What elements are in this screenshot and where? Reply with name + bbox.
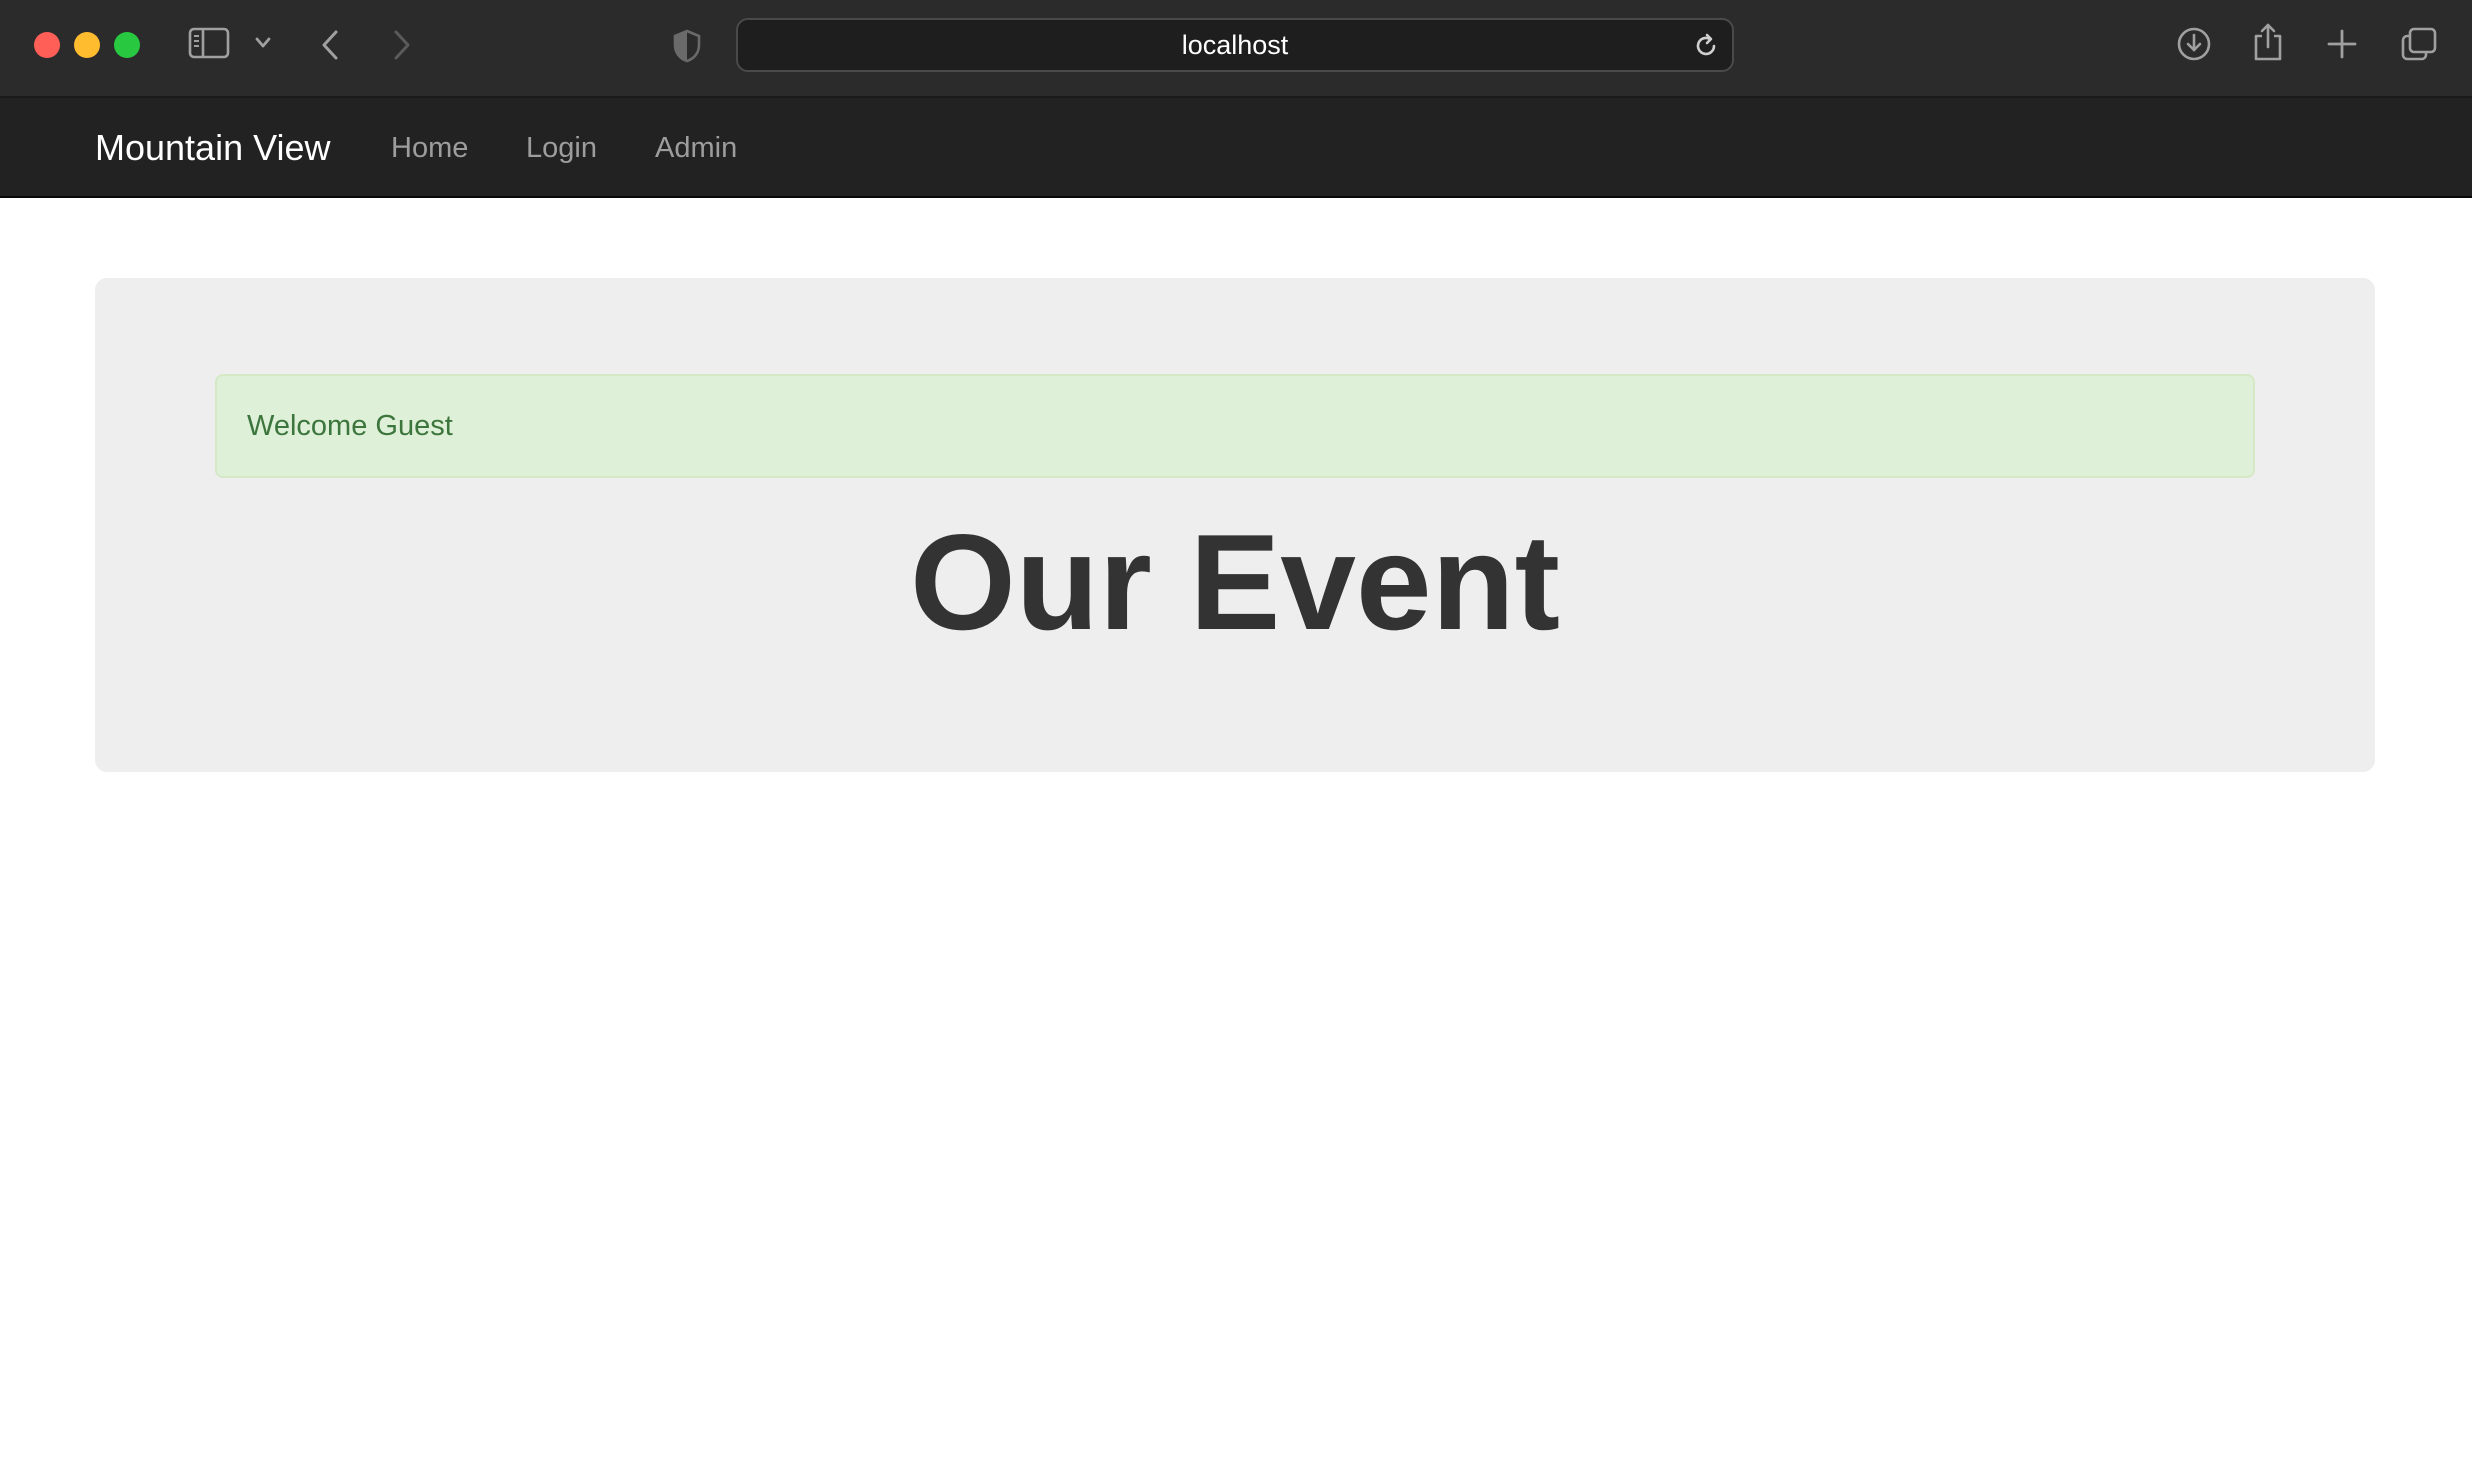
reload-icon[interactable]: [1692, 32, 1720, 65]
nav-link-home[interactable]: Home: [391, 98, 468, 198]
browser-toolbar: localhost: [0, 0, 2472, 98]
plus-icon[interactable]: [2326, 28, 2358, 60]
page-title: Our Event: [910, 506, 1560, 658]
welcome-alert: Welcome Guest: [215, 374, 2255, 478]
address-text: localhost: [1181, 29, 1289, 60]
download-icon[interactable]: [2176, 26, 2212, 62]
address-bar[interactable]: localhost: [736, 18, 1734, 72]
maximize-window-button[interactable]: [114, 32, 140, 58]
nav-link-admin[interactable]: Admin: [655, 98, 737, 198]
site-navbar: Mountain View Home Login Admin: [0, 98, 2472, 198]
sidebar-icon[interactable]: [188, 26, 230, 60]
share-icon[interactable]: [2252, 22, 2284, 62]
jumbotron: Welcome Guest Our Event: [95, 278, 2375, 772]
chevron-right-icon[interactable]: [390, 28, 414, 62]
minimize-window-button[interactable]: [74, 32, 100, 58]
chevron-down-icon[interactable]: [254, 36, 272, 50]
shield-icon[interactable]: [672, 28, 702, 64]
nav-link-login[interactable]: Login: [526, 98, 597, 198]
tabs-overview-icon[interactable]: [2400, 26, 2438, 62]
brand-link[interactable]: Mountain View: [95, 98, 330, 198]
close-window-button[interactable]: [34, 32, 60, 58]
chevron-left-icon[interactable]: [318, 28, 342, 62]
